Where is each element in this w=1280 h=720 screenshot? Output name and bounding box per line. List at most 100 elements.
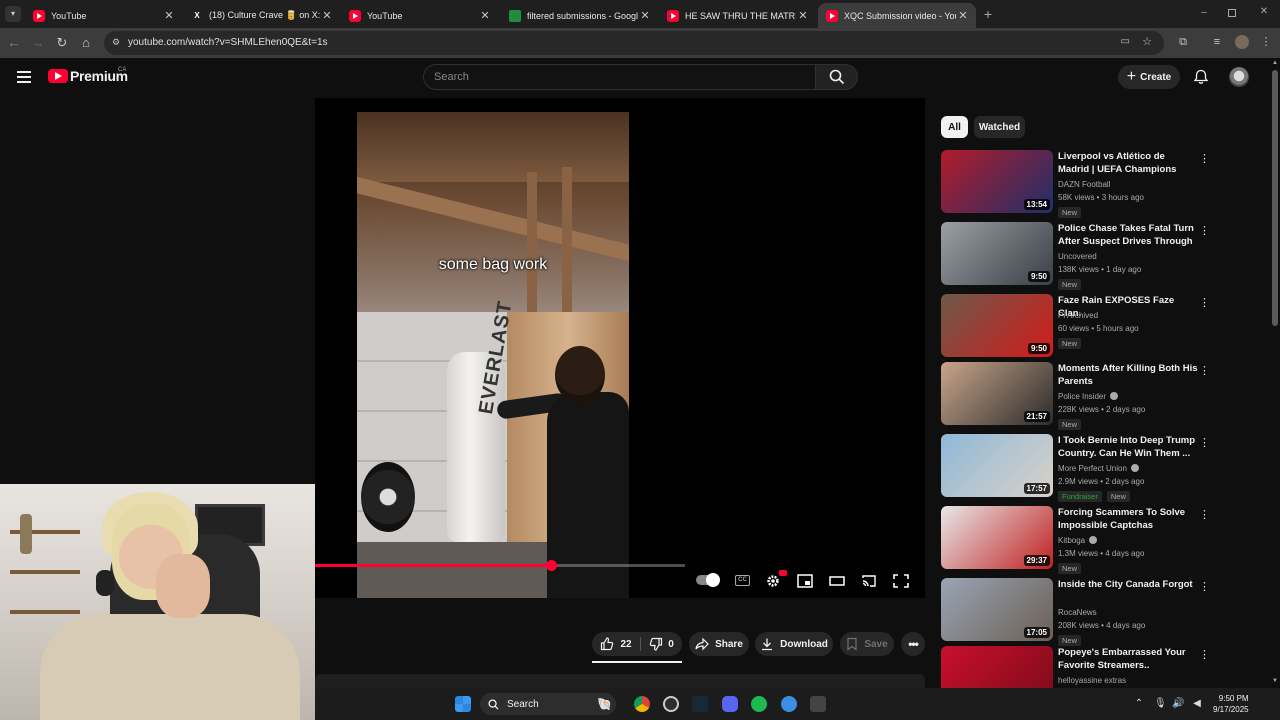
clock[interactable]: 9:50 PM 9/17/2025 xyxy=(1213,693,1249,715)
recommendation-item[interactable]: 21:57 Moments After Killing Both His Pare… xyxy=(941,362,1213,430)
miniplayer-icon[interactable] xyxy=(797,574,813,588)
video-thumbnail[interactable]: 17:05 xyxy=(941,578,1053,641)
video-title[interactable]: Liverpool vs Atlético de Madrid | UEFA C… xyxy=(1058,150,1198,177)
more-options-icon[interactable]: ⋮ xyxy=(1199,364,1210,378)
channel-name[interactable]: Kitboga xyxy=(1058,536,1098,545)
install-app-icon[interactable]: ▭ xyxy=(1121,36,1130,47)
download-button[interactable]: Download xyxy=(755,632,833,656)
browser-globe-icon[interactable] xyxy=(781,696,797,712)
video-title[interactable]: I Took Bernie Into Deep Trump Country. C… xyxy=(1058,434,1198,460)
video-title[interactable]: Forcing Scammers To Solve Impossible Cap… xyxy=(1058,506,1198,532)
calculator-icon[interactable] xyxy=(810,696,826,712)
browser-tab-3[interactable]: filtered submissions - Google S ✕ xyxy=(501,3,658,28)
more-options-icon[interactable]: ⋮ xyxy=(1199,152,1210,166)
minimize-icon[interactable]: – xyxy=(1198,7,1210,19)
discord-icon[interactable] xyxy=(722,696,738,712)
scroll-down-icon[interactable]: ▼ xyxy=(1271,678,1279,686)
recommendation-item[interactable]: 17:05 Inside the City Canada Forgot RocaNe… xyxy=(941,578,1213,646)
tab-list-dropdown[interactable]: ▾ xyxy=(5,6,21,22)
page-scrollbar[interactable]: ▲ ▼ xyxy=(1270,58,1280,688)
taskbar-search-box[interactable]: Search 🐚 xyxy=(480,693,616,715)
save-button[interactable]: Save xyxy=(840,632,894,656)
back-icon[interactable]: ← xyxy=(6,35,22,51)
video-thumbnail[interactable]: 9:50 xyxy=(941,222,1053,285)
browser-tab-0[interactable]: YouTube ✕ xyxy=(25,3,182,28)
chip-all[interactable]: All xyxy=(941,116,968,138)
autoplay-toggle[interactable] xyxy=(696,573,720,587)
reload-icon[interactable]: ↻ xyxy=(54,35,70,51)
more-actions-button[interactable]: ••• xyxy=(901,632,925,656)
hamburger-menu-icon[interactable] xyxy=(17,71,31,83)
close-window-icon[interactable]: ✕ xyxy=(1258,6,1270,18)
channel-name[interactable]: helloyassine extras xyxy=(1058,676,1126,685)
dislike-button[interactable]: 0 xyxy=(641,632,682,656)
video-thumbnail[interactable]: 9:50 xyxy=(941,294,1053,357)
more-options-icon[interactable]: ⋮ xyxy=(1199,436,1210,450)
browser-tab-5-active[interactable]: XQC Submission video - YouTu ✕ xyxy=(818,3,976,28)
microphone-icon[interactable]: 🎙 xyxy=(1154,698,1167,710)
close-icon[interactable]: ✕ xyxy=(162,9,176,22)
recommendation-item[interactable]: 17:57 I Took Bernie Into Deep Trump Count… xyxy=(941,434,1213,502)
site-info-icon[interactable]: ⚙ xyxy=(112,37,120,48)
progress-scrubber[interactable] xyxy=(545,560,557,571)
steam-icon[interactable] xyxy=(692,696,708,712)
browser-menu-icon[interactable]: ⋮ xyxy=(1259,35,1273,49)
video-thumbnail[interactable]: 13:54 xyxy=(941,150,1053,213)
more-options-icon[interactable]: ⋮ xyxy=(1199,296,1210,310)
video-title[interactable]: Police Chase Takes Fatal Turn After Susp… xyxy=(1058,222,1198,249)
scroll-thumb[interactable] xyxy=(1272,70,1278,326)
browser-tab-2[interactable]: YouTube ✕ xyxy=(341,3,498,28)
video-thumbnail[interactable]: 17:57 xyxy=(941,434,1053,497)
restore-icon[interactable] xyxy=(1228,9,1236,17)
search-button[interactable] xyxy=(816,64,858,90)
theater-mode-icon[interactable] xyxy=(829,574,845,588)
channel-name[interactable]: More Perfect Union xyxy=(1058,464,1139,473)
like-button[interactable]: 22 xyxy=(592,632,640,656)
close-icon[interactable]: ✕ xyxy=(956,9,970,22)
notifications-bell-icon[interactable] xyxy=(1193,69,1209,85)
channel-name[interactable]: RocaNews xyxy=(1058,608,1097,617)
chip-watched[interactable]: Watched xyxy=(974,116,1025,138)
fullscreen-icon[interactable] xyxy=(893,574,909,588)
spotify-icon[interactable] xyxy=(751,696,767,712)
chrome-icon[interactable] xyxy=(634,696,650,712)
close-icon[interactable]: ✕ xyxy=(638,9,652,22)
progress-bar[interactable] xyxy=(315,560,685,571)
speaker-icon[interactable]: ◀ xyxy=(1191,698,1203,710)
media-controls-icon[interactable]: ≡ xyxy=(1210,35,1224,49)
share-button[interactable]: Share xyxy=(689,632,749,656)
profile-avatar-icon[interactable] xyxy=(1235,35,1249,49)
settings-gear-icon[interactable] xyxy=(765,574,781,588)
browser-tab-4[interactable]: HE SAW THRU THE MATRIX?? - ✕ xyxy=(659,3,816,28)
browser-tab-1[interactable]: X (18) Culture Crave 🥫 on X: "All ✕ xyxy=(183,3,340,28)
recommendation-item[interactable]: 29:37 Forcing Scammers To Solve Impossibl… xyxy=(941,506,1213,574)
video-thumbnail[interactable]: 29:37 xyxy=(941,506,1053,569)
channel-name[interactable]: Pi Archived xyxy=(1058,311,1098,320)
home-icon[interactable]: ⌂ xyxy=(78,35,94,51)
address-bar[interactable]: ⚙ youtube.com/watch?v=SHMLEhen0QE&t=1s ▭… xyxy=(104,31,1164,55)
close-icon[interactable]: ✕ xyxy=(478,9,492,22)
recommendation-item[interactable]: 13:54 Liverpool vs Atlético de Madrid | U… xyxy=(941,150,1213,218)
create-button[interactable]: + Create xyxy=(1118,65,1180,89)
more-options-icon[interactable]: ⋮ xyxy=(1199,224,1210,238)
windows-start-icon[interactable] xyxy=(455,696,471,712)
close-icon[interactable]: ✕ xyxy=(320,9,334,22)
cast-icon[interactable] xyxy=(861,574,877,588)
more-options-icon[interactable]: ⋮ xyxy=(1199,580,1210,594)
more-options-icon[interactable]: ⋮ xyxy=(1199,648,1210,662)
account-avatar[interactable] xyxy=(1229,67,1249,87)
recommendation-item[interactable]: 9:50 Faze Rain EXPOSES Faze Clan. Pi Archi… xyxy=(941,294,1213,360)
new-tab-button[interactable]: + xyxy=(980,6,996,22)
subtitles-button[interactable]: CC xyxy=(735,575,750,586)
close-icon[interactable]: ✕ xyxy=(796,9,810,22)
search-input[interactable]: Search xyxy=(423,64,816,90)
tray-chevron-icon[interactable]: ⌃ xyxy=(1133,698,1145,710)
video-title[interactable]: Popeye's Embarrassed Your Favorite Strea… xyxy=(1058,646,1198,672)
youtube-logo-icon[interactable] xyxy=(48,69,68,83)
extensions-icon[interactable]: ⧉ xyxy=(1176,35,1190,49)
channel-name[interactable]: Uncovered xyxy=(1058,252,1097,261)
recommendation-item[interactable]: 9:50 Police Chase Takes Fatal Turn After … xyxy=(941,222,1213,290)
obs-icon[interactable] xyxy=(663,696,679,712)
bookmark-star-icon[interactable]: ☆ xyxy=(1142,35,1152,48)
video-player[interactable]: EVERLAST some bag work CC xyxy=(315,98,925,598)
